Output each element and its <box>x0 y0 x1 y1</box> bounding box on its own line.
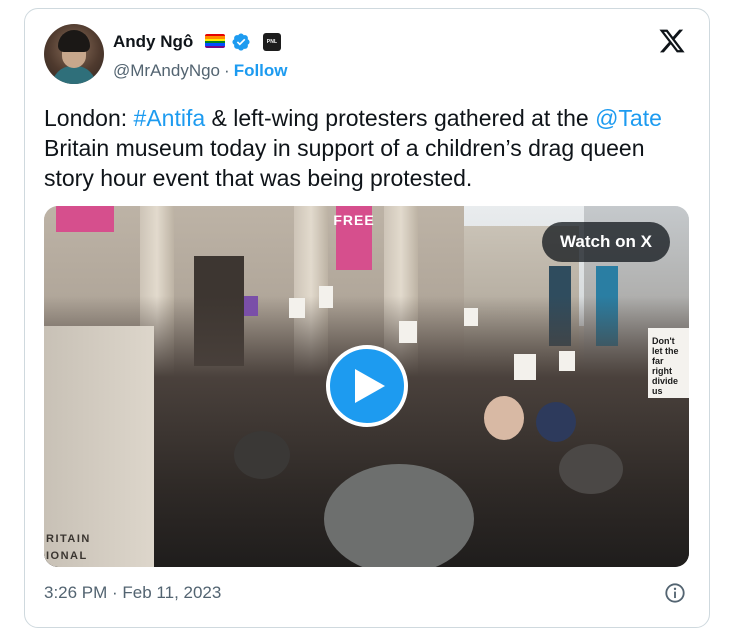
scene-protest-sign <box>514 354 536 380</box>
follow-button[interactable]: Follow <box>234 61 288 80</box>
video-thumbnail[interactable]: FREE RITAIN IONAL ON OF ART Don't let th… <box>44 206 689 567</box>
verified-badge-icon[interactable] <box>231 32 251 52</box>
x-logo-icon[interactable] <box>658 27 686 55</box>
scene-free-banner: FREE <box>333 206 374 270</box>
tweet-text: London: #Antifa & left-wing protesters g… <box>44 103 684 193</box>
info-icon[interactable] <box>664 582 686 604</box>
scene-person <box>484 396 524 440</box>
scene-protest-sign <box>244 296 258 316</box>
mention-link[interactable]: @Tate <box>595 105 662 131</box>
flag-stripe <box>205 45 225 48</box>
affiliate-badge[interactable]: PNL <box>263 33 281 51</box>
avatar[interactable] <box>44 24 104 84</box>
tweet-text-part: & left-wing protesters gathered at the <box>205 105 596 131</box>
scene-person <box>559 444 623 494</box>
plinth-inscription: RITAIN IONAL ON OF ART <box>46 533 91 562</box>
scene-pink-banner <box>56 206 114 232</box>
author-name[interactable]: Andy Ngô <box>113 32 193 52</box>
scene-protest-sign <box>559 351 575 371</box>
tweet-card[interactable]: Andy Ngô PNL @MrAndyNgo · Follow London: #… <box>24 8 710 628</box>
scene-person <box>536 402 576 442</box>
avatar-hair <box>58 30 90 52</box>
rainbow-flag-icon <box>205 34 225 48</box>
separator: · <box>224 61 230 80</box>
scene-protest-sign <box>289 298 305 318</box>
author-handle[interactable]: @MrAndyNgo <box>113 61 220 80</box>
play-button[interactable] <box>326 345 408 427</box>
scene-far-right-sign: Don't let the far right divide us <box>648 328 689 398</box>
scene-protest-sign <box>399 321 417 343</box>
scene-plinth: RITAIN IONAL ON OF ART <box>44 326 154 567</box>
play-icon <box>355 369 385 403</box>
tweet-text-part: Britain museum today in support of a chi… <box>44 135 645 191</box>
handle-row: @MrAndyNgo · Follow <box>113 61 288 81</box>
scene-protest-sign <box>319 286 333 308</box>
hashtag-link[interactable]: #Antifa <box>134 105 206 131</box>
watch-on-x-button[interactable]: Watch on X <box>542 222 670 262</box>
scene-protest-sign <box>464 308 478 326</box>
tweet-text-part: London: <box>44 105 134 131</box>
timestamp[interactable]: 3:26 PM · Feb 11, 2023 <box>44 583 221 603</box>
scene-person <box>324 464 474 567</box>
avatar-body <box>52 66 96 84</box>
scene-person <box>234 431 290 479</box>
